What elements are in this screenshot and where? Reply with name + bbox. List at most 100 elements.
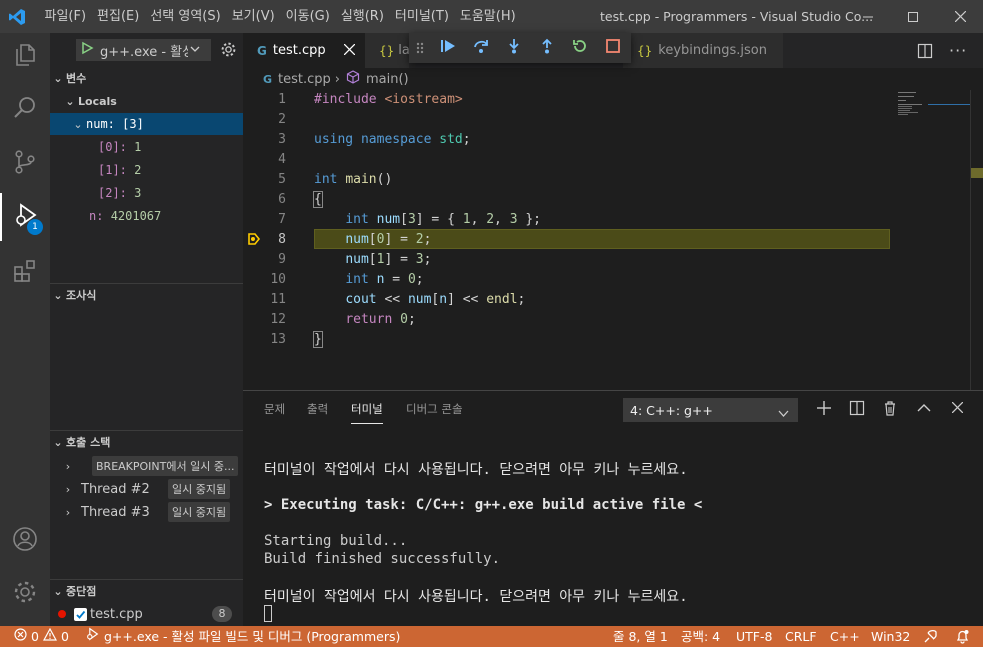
json-file-icon: {} [637,43,653,58]
run-config-select[interactable]: g++.exe - 활성 [100,41,188,60]
callstack-section-header[interactable]: ⌄ 호출 스택 [50,431,243,453]
variable-value: 3 [134,186,142,200]
search-activity[interactable] [0,86,50,134]
variable-name: [2]: [98,186,127,200]
menu-help[interactable]: 도움말(H) [454,0,521,33]
menu-go[interactable]: 이동(G) [280,0,335,33]
vscode-logo-icon [0,0,34,33]
manage-activity[interactable] [0,570,50,618]
encoding[interactable]: UTF-8 [736,626,772,647]
tab-launch-json[interactable]: {} la [365,33,410,68]
minimize-button[interactable] [845,0,891,33]
extensions-activity[interactable] [0,249,50,297]
end-of-line[interactable]: CRLF [785,626,817,647]
thread-label: Thread #3 [81,504,150,520]
explorer-activity[interactable] [0,33,50,81]
variables-section-header[interactable]: ⌄ 변수 [50,67,243,89]
tab-keybindings-json[interactable]: {} keybindings.json [623,33,783,68]
feedback-icon[interactable] [923,629,938,644]
problems-status[interactable]: 0 0 [14,626,69,647]
code-editor[interactable]: 1 #include <iostream> 2 3 using namespace … [243,90,983,390]
split-terminal-icon[interactable] [849,400,865,420]
thread-row-main[interactable]: › BREAKPOINT에서 일시 중... [50,455,243,477]
debug-launch-status[interactable]: g++.exe - 활성 파일 빌드 및 디버그 (Programmers) [85,626,400,647]
breakpoints-section-header[interactable]: ⌄ 중단점 [50,580,243,602]
open-launch-json-gear-icon[interactable] [220,41,237,62]
cursor-position[interactable]: 줄 8, 열 1 [613,626,668,647]
code-line: 10 int n = 0; [270,272,424,287]
close-panel-icon[interactable] [951,401,964,417]
tab-terminal[interactable]: 터미널 [351,391,383,424]
debug-icon [85,626,100,647]
step-into-button[interactable] [497,33,530,63]
variable-item[interactable]: [2]: 3 [50,182,243,204]
chevron-right-icon: › [65,482,71,496]
json-file-icon: {} [379,43,395,58]
tab-output[interactable]: 출력 [307,391,328,427]
maximize-button[interactable] [890,0,936,33]
minimap[interactable] [898,90,970,390]
variable-item[interactable]: [1]: 2 [50,159,243,181]
variable-item[interactable]: [0]: 1 [50,136,243,158]
debug-label: g++.exe - 활성 파일 빌드 및 디버그 (Programmers) [104,629,401,644]
tab-problems[interactable]: 문제 [264,391,285,427]
notifications-bell-icon[interactable] [955,629,970,644]
language-mode[interactable]: C++ [830,626,860,647]
thread-row-2[interactable]: › Thread #2 일시 중지됨 [50,478,243,500]
terminal-line: > Executing task: C/C++: g++.exe build a… [264,497,703,513]
split-editor-icon[interactable] [917,43,933,63]
breakpoint-checkbox[interactable] [74,607,87,621]
locals-scope[interactable]: ⌄ Locals [50,90,243,112]
window-title: test.cpp - Programmers - Visual Studio C… [600,9,874,24]
variable-num[interactable]: ⌄ num: [3] [50,113,243,135]
step-into-icon [506,38,522,58]
variable-name: [1]: [98,163,127,177]
tab-debug-console[interactable]: 디버그 콘솔 [406,391,463,427]
more-actions-icon[interactable]: ··· [949,41,967,60]
new-terminal-icon[interactable] [816,400,832,420]
terminal-line: 터미널이 작업에서 다시 사용됩니다. 닫으려면 아무 키나 누르세요. [264,462,688,478]
breadcrumb-file[interactable]: test.cpp [278,72,331,87]
breakpoint-line-badge: 8 [212,606,232,622]
continue-button[interactable] [431,33,464,63]
restart-button[interactable] [563,33,596,63]
debug-badge: 1 [27,219,43,235]
thread-label: Thread #2 [81,481,150,497]
accounts-activity[interactable] [0,517,50,565]
stop-button[interactable] [596,33,629,63]
watch-section-header[interactable]: ⌄ 조사식 [50,284,243,306]
step-over-icon [473,38,489,58]
menu-view[interactable]: 보기(V) [226,0,280,33]
close-icon[interactable] [343,43,356,59]
breadcrumb-symbol[interactable]: main() [366,72,409,87]
terminal-cursor [264,605,272,622]
maximize-panel-chevron-up-icon[interactable] [917,402,931,417]
source-control-activity[interactable] [0,140,50,188]
variable-n[interactable]: n: 4201067 [50,205,243,227]
source-control-icon [12,149,38,179]
step-over-button[interactable] [464,33,497,63]
trash-icon[interactable] [882,400,898,420]
menu-selection[interactable]: 선택 영역(S) [145,0,226,33]
run-debug-activity[interactable]: 1 [0,193,50,241]
start-debugging-button[interactable]: g++.exe - 활성 [76,39,211,61]
menu-run[interactable]: 실행(R) [335,0,389,33]
close-window-button[interactable] [937,0,983,33]
chevron-down-icon: ⌄ [53,288,63,302]
menu-terminal[interactable]: 터미널(T) [389,0,454,33]
breakpoint-row[interactable]: test.cpp 8 [50,603,243,625]
thread-row-3[interactable]: › Thread #3 일시 중지됨 [50,501,243,523]
tab-test-cpp[interactable]: G test.cpp [243,33,365,68]
terminal-select[interactable]: 4: C++: g++ [623,398,798,422]
drag-handle-icon[interactable] [409,41,431,55]
extensions-icon [12,258,38,288]
menu-edit[interactable]: 편집(E) [92,0,145,33]
locals-label: Locals [78,94,117,108]
account-icon [12,526,38,556]
scrollbar-track[interactable] [970,90,983,390]
menu-file[interactable]: 파일(F) [39,0,92,33]
step-out-button[interactable] [530,33,563,63]
platform[interactable]: Win32 [871,626,910,647]
restart-icon [572,38,588,58]
indentation[interactable]: 공백: 4 [681,626,720,647]
